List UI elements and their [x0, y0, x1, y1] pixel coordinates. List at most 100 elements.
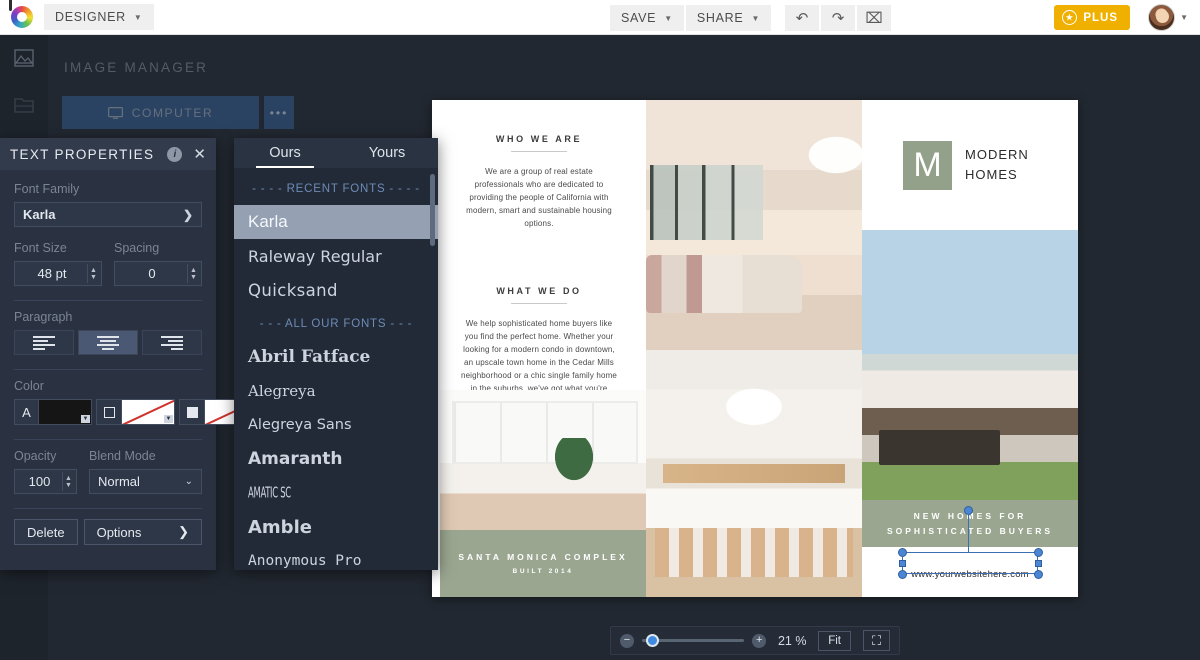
align-right-button[interactable] — [142, 330, 202, 355]
font-family-selector[interactable]: Karla ❯ — [14, 202, 202, 227]
zoom-slider-knob[interactable] — [646, 634, 659, 647]
stepper-arrows-icon[interactable]: ▲ ▼ — [87, 264, 99, 283]
text-color-control[interactable]: A ▼ — [14, 399, 92, 425]
delete-button[interactable]: Delete — [14, 519, 78, 545]
chevron-right-icon: ❯ — [178, 524, 189, 539]
blend-mode-select[interactable]: Normal ⌄ — [89, 469, 202, 494]
about-text-block[interactable]: WHO WE ARE We are a group of real estate… — [432, 100, 646, 408]
paragraph-align-group — [14, 330, 202, 355]
recent-fonts-header: - - - - RECENT FONTS - - - - — [252, 183, 420, 195]
account-menu[interactable]: ▼ — [1148, 4, 1188, 31]
redo-icon: ↷ — [831, 10, 845, 27]
outline-color-control[interactable]: ▼ — [96, 399, 175, 425]
font-label: Abril Fatface — [248, 347, 371, 367]
font-item-abril-fatface[interactable]: Abril Fatface — [234, 340, 438, 374]
chevron-down-icon: ▼ — [81, 415, 90, 423]
chevron-down-icon: ▼ — [164, 415, 173, 423]
canvas-column-middle: 4553 South Atlantic Blvd Maywood, Califo… — [646, 100, 862, 597]
font-label: AMATIC SC — [248, 484, 291, 502]
monitor-icon — [107, 106, 123, 119]
save-label: SAVE — [621, 11, 657, 25]
spacing-stepper[interactable]: 0 ▲ ▼ — [114, 261, 202, 286]
santa-monica-title: SANTA MONICA COMPLEX — [458, 552, 628, 562]
canvas-column-left: WHO WE ARE We are a group of real estate… — [432, 100, 646, 597]
more-sources-button[interactable]: ••• — [264, 96, 294, 129]
font-item-amatic-sc[interactable]: AMATIC SC — [234, 476, 438, 510]
font-list[interactable]: - - - - RECENT FONTS - - - - Karla Ralew… — [234, 168, 438, 570]
folder-icon[interactable] — [0, 81, 48, 127]
outline-color-swatch-none[interactable]: ▼ — [122, 400, 174, 424]
zoom-fit-button[interactable]: Fit — [818, 630, 851, 651]
size-spacing-row: Font Size 48 pt ▲ ▼ Spacing 0 ▲ ▼ — [14, 241, 202, 286]
align-left-button[interactable] — [14, 330, 74, 355]
zoom-in-button[interactable]: + — [752, 633, 767, 648]
computer-source-button[interactable]: COMPUTER — [62, 96, 259, 129]
info-icon[interactable]: i — [167, 146, 183, 162]
center-tool-group: SAVE ▼ SHARE ▼ ↶ ↷ ⌧ — [610, 5, 892, 31]
blend-mode-value: Normal — [98, 474, 140, 489]
save-button[interactable]: SAVE ▼ — [610, 5, 684, 31]
zoom-out-button[interactable]: − — [620, 633, 634, 648]
align-center-button[interactable] — [78, 330, 138, 355]
design-canvas[interactable]: WHO WE ARE We are a group of real estate… — [432, 100, 1078, 597]
heading-rule — [511, 151, 567, 152]
share-label: SHARE — [696, 11, 744, 25]
resize-handle-right[interactable] — [1035, 560, 1042, 567]
fit-label: Fit — [828, 634, 841, 647]
font-item-amble[interactable]: Amble — [234, 510, 438, 544]
brand-logo[interactable] — [0, 0, 44, 28]
fullscreen-button[interactable]: ⛶ — [863, 630, 890, 651]
what-we-do-heading: WHAT WE DO — [496, 286, 582, 296]
font-item-alegreya-sans[interactable]: Alegreya Sans — [234, 408, 438, 442]
brand-logo-block[interactable]: M MODERN HOMES — [862, 100, 1078, 230]
close-icon[interactable]: ✕ — [193, 147, 206, 162]
opacity-stepper[interactable]: 100 ▲ ▼ — [14, 469, 77, 494]
chevron-down-icon: ▼ — [664, 13, 673, 23]
font-item-anonymous-pro[interactable]: Anonymous Pro — [234, 544, 438, 570]
text-properties-header: TEXT PROPERTIES i ✕ — [0, 138, 216, 170]
image-icon[interactable] — [0, 35, 48, 81]
font-item-quicksand[interactable]: Quicksand — [234, 273, 438, 307]
resize-handle-tr[interactable] — [1034, 548, 1043, 557]
white-dining-room-photo[interactable] — [440, 390, 646, 530]
modern-house-exterior-photo[interactable] — [862, 230, 1078, 500]
font-label: Anonymous Pro — [248, 553, 362, 569]
options-button[interactable]: Options ❯ — [83, 519, 202, 545]
font-item-raleway-regular[interactable]: Raleway Regular — [234, 239, 438, 273]
santa-monica-band[interactable]: SANTA MONICA COMPLEX BUILT 2014 — [440, 530, 646, 597]
font-item-alegreya[interactable]: Alegreya — [234, 374, 438, 408]
resize-handle-bl[interactable] — [898, 570, 907, 579]
kitchen-dining-photo[interactable] — [646, 350, 862, 597]
font-list-scrollbar[interactable] — [430, 174, 435, 246]
stepper-arrows-icon[interactable]: ▲ ▼ — [187, 264, 199, 283]
zoom-slider-track[interactable] — [642, 634, 745, 647]
share-button[interactable]: SHARE ▼ — [685, 5, 772, 31]
font-item-karla[interactable]: Karla — [234, 205, 438, 239]
font-family-label: Font Family — [14, 182, 80, 196]
font-size-stepper[interactable]: 48 pt ▲ ▼ — [14, 261, 102, 286]
resize-handle-tl[interactable] — [898, 548, 907, 557]
resize-handle-left[interactable] — [899, 560, 906, 567]
resize-handle-br[interactable] — [1034, 570, 1043, 579]
fullscreen-icon: ⛶ — [871, 632, 882, 648]
designer-menu-button[interactable]: DESIGNER ▼ — [44, 4, 154, 30]
panel-title: TEXT PROPERTIES — [10, 146, 155, 162]
delete-label: Delete — [27, 524, 65, 540]
redo-button[interactable]: ↷ — [821, 5, 856, 31]
tab-yours[interactable]: Yours — [336, 138, 438, 168]
ellipsis-icon: ••• — [269, 105, 289, 120]
close-canvas-button[interactable]: ⌧ — [857, 5, 892, 31]
living-room-photo[interactable] — [646, 100, 862, 350]
align-right-icon — [161, 335, 183, 350]
stepper-arrows-icon[interactable]: ▲ ▼ — [62, 472, 74, 491]
designer-app: DESIGNER ▼ SAVE ▼ SHARE ▼ ↶ ↷ ⌧ ★ PLUS ▼… — [0, 0, 1200, 660]
font-item-amaranth[interactable]: Amaranth — [234, 442, 438, 476]
selection-bounding-box[interactable] — [902, 552, 1038, 574]
zoom-toolbar: − + 21 % Fit ⛶ — [610, 626, 900, 655]
opacity-blend-row: Opacity 100 ▲ ▼ Blend Mode Normal ⌄ — [14, 449, 202, 494]
undo-button[interactable]: ↶ — [785, 5, 820, 31]
tab-ours[interactable]: Ours — [234, 138, 336, 168]
plus-upgrade-button[interactable]: ★ PLUS — [1054, 5, 1130, 30]
text-color-swatch[interactable]: ▼ — [39, 400, 91, 424]
rotate-handle[interactable] — [964, 506, 973, 515]
